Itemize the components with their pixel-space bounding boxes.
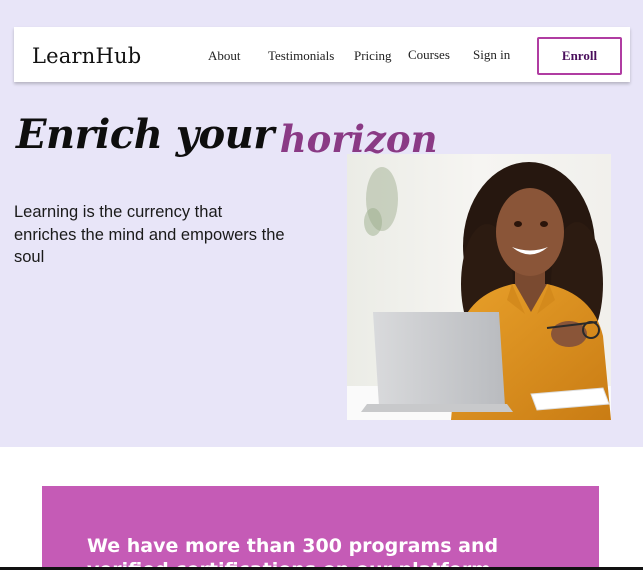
promo-banner: We have more than 300 programs and verif… <box>42 486 599 570</box>
hero-subtitle: Learning is the currency that enriches t… <box>14 203 285 266</box>
smiling-student-laptop-photo <box>347 154 611 420</box>
nav-link-testimonials[interactable]: Testimonials <box>268 48 334 64</box>
nav-link-courses[interactable]: Courses <box>408 47 450 63</box>
hero-headline: Enrich your horizon <box>16 111 438 161</box>
promo-text: We have more than 300 programs and verif… <box>87 535 499 570</box>
nav-link-about[interactable]: About <box>208 48 241 64</box>
sign-in-link[interactable]: Sign in <box>473 47 510 63</box>
hero-section: LearnHub About Testimonials Pricing Cour… <box>0 0 643 447</box>
hero-image <box>347 154 611 420</box>
headline-part-1: Enrich your <box>16 111 274 158</box>
navbar: LearnHub About Testimonials Pricing Cour… <box>14 27 630 82</box>
enroll-button[interactable]: Enroll <box>537 37 622 75</box>
nav-link-pricing[interactable]: Pricing <box>354 48 392 64</box>
logo[interactable]: LearnHub <box>32 44 141 68</box>
